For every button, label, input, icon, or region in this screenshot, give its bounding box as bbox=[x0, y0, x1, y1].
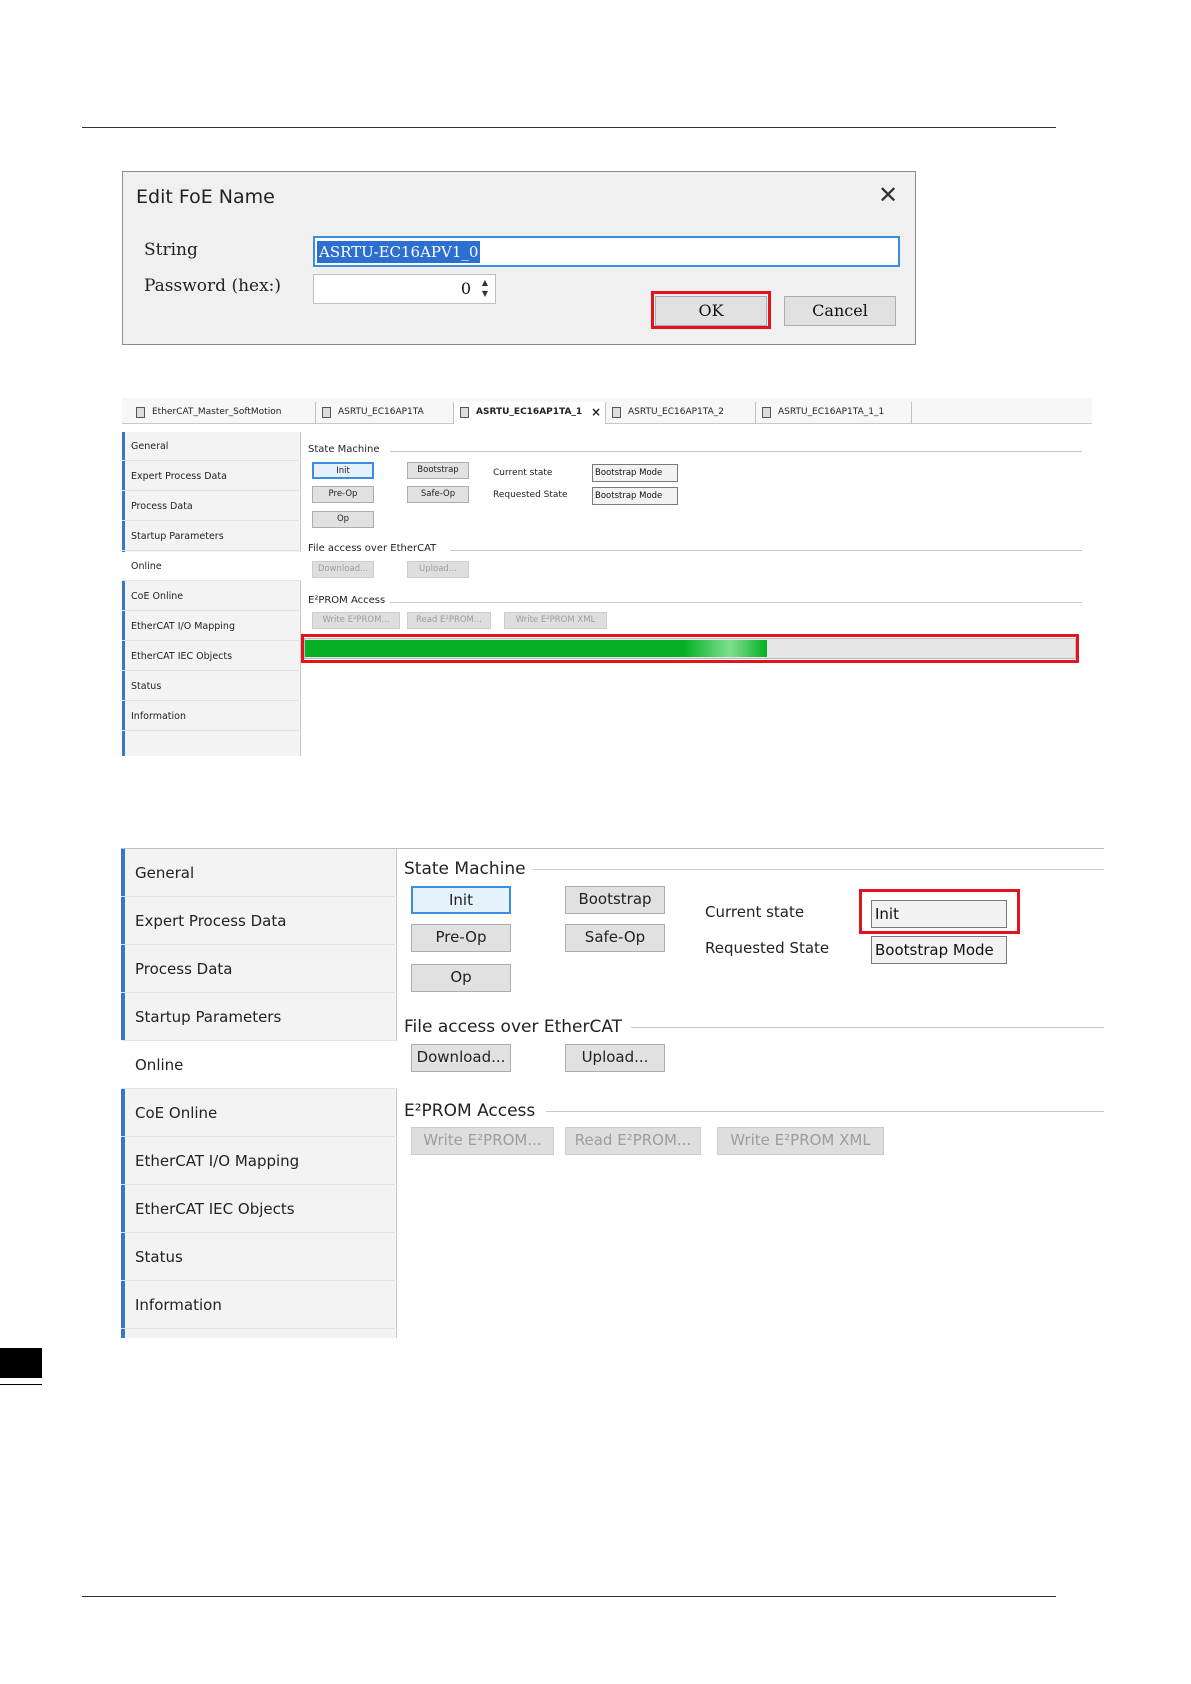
ok-highlight-box bbox=[651, 291, 771, 329]
sidebar-item-general[interactable]: General bbox=[122, 432, 301, 461]
state-machine-title: State Machine bbox=[308, 444, 380, 455]
state-machine-title: State Machine bbox=[404, 859, 526, 879]
device-sidebar: General Expert Process Data Process Data… bbox=[121, 849, 397, 1338]
dialog-title: Edit FoE Name bbox=[136, 186, 275, 208]
password-value: 0 bbox=[460, 279, 471, 298]
safeop-button[interactable]: Safe-Op bbox=[407, 486, 469, 503]
upload-button[interactable]: Upload... bbox=[565, 1044, 665, 1072]
init-button[interactable]: Init bbox=[312, 462, 374, 479]
op-button[interactable]: Op bbox=[411, 964, 511, 992]
bootstrap-button[interactable]: Bootstrap bbox=[407, 462, 469, 479]
sidebar-item-expert-process-data[interactable]: Expert Process Data bbox=[121, 897, 397, 945]
tab-asrtu-ec16ap1ta-2[interactable]: ASRTU_EC16AP1TA_2 bbox=[606, 402, 756, 424]
sidebar-item-ethercat-iec-objects[interactable]: EtherCAT IEC Objects bbox=[122, 642, 301, 671]
page-tab-marker bbox=[0, 1348, 42, 1378]
write-eeprom-xml-button[interactable]: Write E²PROM XML bbox=[717, 1127, 884, 1155]
sidebar-item-online[interactable]: Online bbox=[122, 552, 301, 581]
sidebar-item-ethercat-io-mapping[interactable]: EtherCAT I/O Mapping bbox=[122, 612, 301, 641]
preop-button[interactable]: Pre-Op bbox=[312, 486, 374, 503]
requested-state-field: Bootstrap Mode bbox=[871, 936, 1007, 964]
read-eeprom-button[interactable]: Read E²PROM... bbox=[565, 1127, 701, 1155]
sidebar-item-expert-process-data[interactable]: Expert Process Data bbox=[122, 462, 301, 491]
device-sidebar: General Expert Process Data Process Data… bbox=[122, 432, 301, 756]
tab-label: ASRTU_EC16AP1TA_2 bbox=[628, 407, 724, 417]
safeop-button[interactable]: Safe-Op bbox=[565, 924, 665, 952]
tab-label: EtherCAT_Master_SoftMotion bbox=[152, 407, 282, 417]
device-editor-large: General Expert Process Data Process Data… bbox=[121, 848, 1104, 1338]
eeprom-title: E²PROM Access bbox=[308, 595, 386, 606]
sidebar-item-information[interactable]: Information bbox=[121, 1281, 397, 1329]
editor-tab-bar: EtherCAT_Master_SoftMotion ASRTU_EC16AP1… bbox=[122, 398, 1092, 424]
device-icon bbox=[612, 407, 621, 418]
current-state-label: Current state bbox=[493, 468, 553, 478]
sidebar-item-ethercat-iec-objects[interactable]: EtherCAT IEC Objects bbox=[121, 1185, 397, 1233]
header-rule bbox=[82, 127, 1056, 128]
device-icon bbox=[460, 407, 469, 418]
sidebar-item-ethercat-io-mapping[interactable]: EtherCAT I/O Mapping bbox=[121, 1137, 397, 1185]
sidebar-item-process-data[interactable]: Process Data bbox=[122, 492, 301, 521]
close-icon[interactable]: ✕ bbox=[875, 182, 901, 208]
spinner-arrows-icon[interactable]: ▲ ▼ bbox=[477, 277, 493, 301]
tab-label: ASRTU_EC16AP1TA bbox=[338, 407, 424, 417]
string-value: ASRTU-EC16APV1_0 bbox=[317, 241, 481, 263]
device-icon bbox=[136, 407, 145, 418]
device-icon bbox=[762, 407, 771, 418]
page-tab-underline bbox=[0, 1384, 42, 1385]
sidebar-item-coe-online[interactable]: CoE Online bbox=[122, 582, 301, 611]
file-access-title: File access over EtherCAT bbox=[404, 1017, 623, 1037]
init-button[interactable]: Init bbox=[411, 886, 511, 914]
sidebar-item-status[interactable]: Status bbox=[121, 1233, 397, 1281]
eeprom-title: E²PROM Access bbox=[404, 1101, 536, 1121]
sidebar-item-startup-parameters[interactable]: Startup Parameters bbox=[121, 993, 397, 1041]
section-divider bbox=[533, 869, 1104, 870]
bootstrap-button[interactable]: Bootstrap bbox=[565, 886, 665, 914]
section-divider bbox=[546, 1111, 1104, 1112]
sidebar-item-startup-parameters[interactable]: Startup Parameters bbox=[122, 522, 301, 551]
write-eeprom-xml-button[interactable]: Write E²PROM XML bbox=[504, 612, 607, 629]
upload-button[interactable]: Upload... bbox=[407, 561, 469, 578]
device-editor-small: EtherCAT_Master_SoftMotion ASRTU_EC16AP1… bbox=[122, 398, 1092, 756]
tab-close-icon[interactable]: × bbox=[591, 402, 601, 422]
current-state-label: Current state bbox=[705, 903, 805, 921]
preop-button[interactable]: Pre-Op bbox=[411, 924, 511, 952]
op-button[interactable]: Op bbox=[312, 511, 374, 528]
sidebar-item-online[interactable]: Online bbox=[121, 1041, 397, 1089]
sidebar-item-coe-online[interactable]: CoE Online bbox=[121, 1089, 397, 1137]
requested-state-field: Bootstrap Mode bbox=[592, 487, 678, 505]
section-divider bbox=[390, 602, 1082, 603]
device-icon bbox=[322, 407, 331, 418]
requested-state-label: Requested State bbox=[493, 490, 568, 500]
progress-highlight-box bbox=[301, 634, 1079, 663]
tab-ethercat-master[interactable]: EtherCAT_Master_SoftMotion bbox=[130, 402, 316, 424]
current-state-highlight-box bbox=[859, 889, 1020, 934]
sidebar-item-general[interactable]: General bbox=[121, 849, 397, 897]
section-divider bbox=[390, 451, 1082, 452]
section-divider bbox=[631, 1027, 1104, 1028]
cancel-button[interactable]: Cancel bbox=[784, 296, 896, 326]
write-eeprom-button[interactable]: Write E²PROM... bbox=[312, 612, 400, 629]
sidebar-item-information[interactable]: Information bbox=[122, 702, 301, 731]
sidebar-item-status[interactable]: Status bbox=[122, 672, 301, 701]
tab-asrtu-ec16ap1ta-1[interactable]: ASRTU_EC16AP1TA_1 × bbox=[454, 402, 606, 424]
sidebar-item-process-data[interactable]: Process Data bbox=[121, 945, 397, 993]
string-label: String bbox=[144, 240, 198, 260]
tab-asrtu-ec16ap1ta-1-1[interactable]: ASRTU_EC16AP1TA_1_1 bbox=[756, 402, 912, 424]
tab-label: ASRTU_EC16AP1TA_1 bbox=[476, 407, 583, 417]
tab-asrtu-ec16ap1ta[interactable]: ASRTU_EC16AP1TA bbox=[316, 402, 454, 424]
edit-foe-name-dialog: Edit FoE Name ✕ String ASRTU-EC16APV1_0 … bbox=[122, 171, 916, 345]
write-eeprom-button[interactable]: Write E²PROM... bbox=[411, 1127, 554, 1155]
footer-rule bbox=[82, 1596, 1056, 1597]
current-state-field: Bootstrap Mode bbox=[592, 464, 678, 482]
download-button[interactable]: Download... bbox=[312, 561, 374, 578]
requested-state-label: Requested State bbox=[705, 939, 830, 957]
string-input[interactable]: ASRTU-EC16APV1_0 bbox=[313, 236, 900, 267]
read-eeprom-button[interactable]: Read E²PROM... bbox=[407, 612, 491, 629]
download-button[interactable]: Download... bbox=[411, 1044, 511, 1072]
password-label: Password (hex:) bbox=[144, 276, 282, 296]
file-access-title: File access over EtherCAT bbox=[308, 543, 437, 554]
password-input[interactable]: 0 ▲ ▼ bbox=[313, 274, 496, 304]
tab-label: ASRTU_EC16AP1TA_1_1 bbox=[778, 407, 885, 417]
section-divider bbox=[450, 550, 1082, 551]
